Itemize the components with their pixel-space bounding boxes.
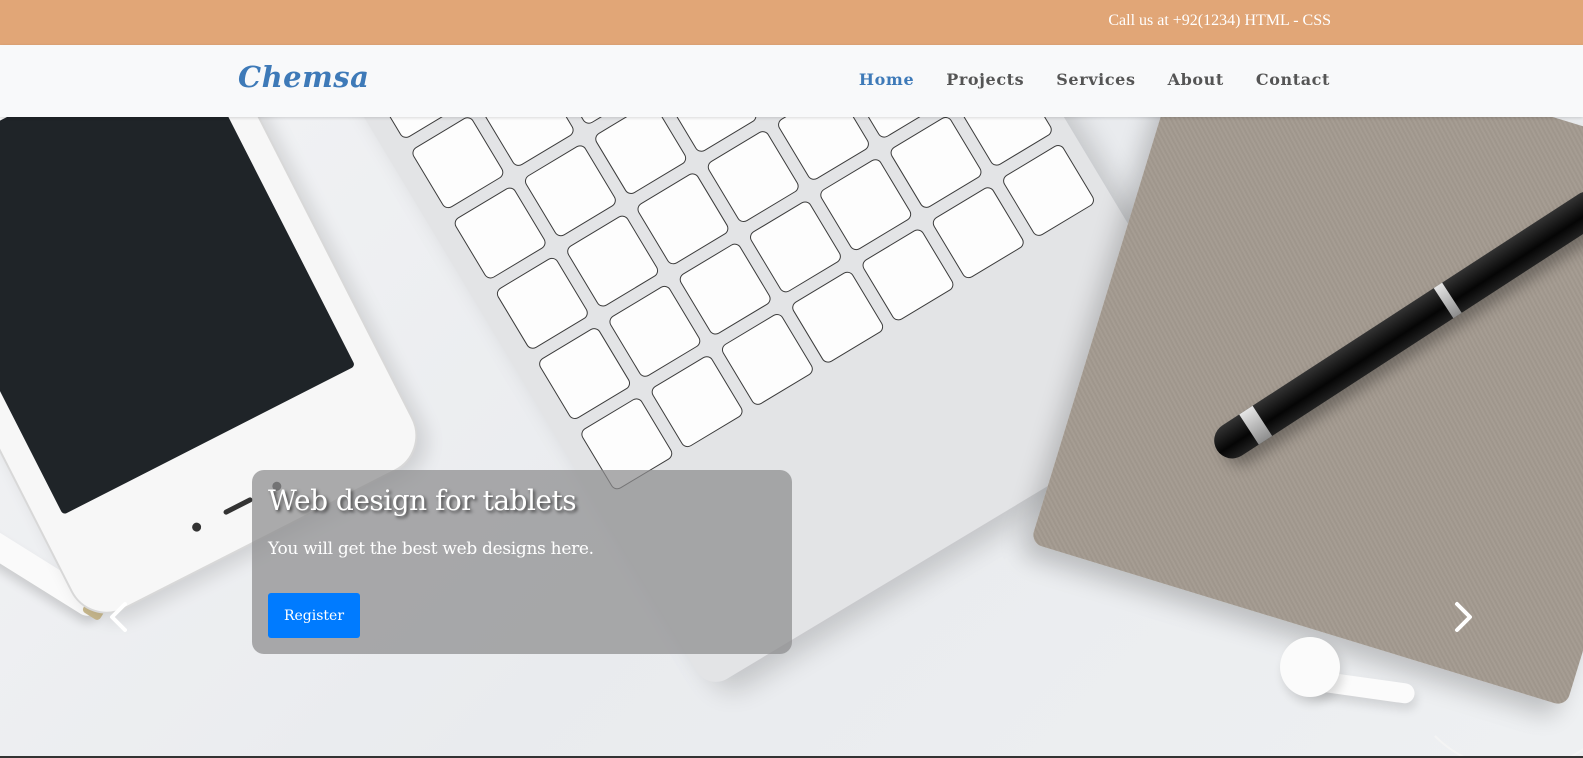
caption-text: You will get the best web designs here.: [268, 539, 594, 559]
brand-logo[interactable]: Chemsa: [238, 60, 369, 94]
earbud-image: [1280, 637, 1340, 697]
register-button[interactable]: Register: [268, 593, 360, 638]
carousel-prev-button[interactable]: [98, 587, 138, 647]
top-bar: Call us at +92(1234) HTML - CSS: [0, 0, 1583, 45]
chevron-left-icon: [110, 602, 127, 632]
nav-item-projects[interactable]: Projects: [946, 70, 1024, 89]
nav-item-home[interactable]: Home: [859, 70, 914, 89]
caption-title: Web design for tablets: [268, 484, 577, 517]
carousel-next-button[interactable]: [1444, 587, 1484, 647]
contact-text: Call us at +92(1234) HTML - CSS: [1108, 12, 1331, 29]
nav-item-contact[interactable]: Contact: [1256, 70, 1330, 89]
nav-item-services[interactable]: Services: [1056, 70, 1135, 89]
chevron-right-icon: [1455, 602, 1472, 632]
main-nav: Home Projects Services About Contact: [827, 70, 1330, 89]
carousel-caption: Web design for tablets You will get the …: [252, 470, 792, 654]
hero-carousel: Web design for tablets You will get the …: [0, 117, 1583, 758]
navbar: Chemsa Home Projects Services About Cont…: [0, 45, 1583, 117]
nav-item-about[interactable]: About: [1168, 70, 1224, 89]
